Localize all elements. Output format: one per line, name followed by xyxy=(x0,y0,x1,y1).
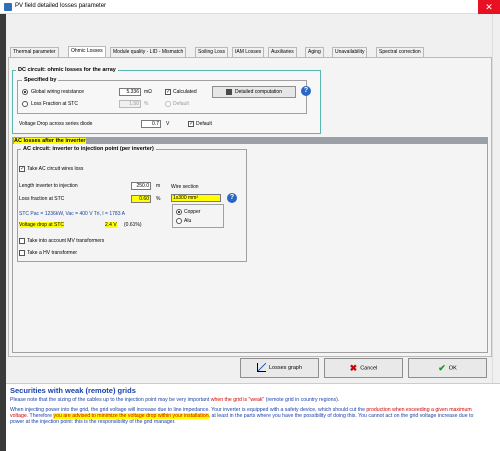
specified-by-title: Specified by xyxy=(22,77,59,83)
stc-info-text: STC Pac = 1236kW, Vac = 400 V Tri, I = 1… xyxy=(19,211,125,217)
ok-label: OK xyxy=(448,365,457,372)
help-title: Securities with weak (remote) grids xyxy=(10,386,136,395)
length-label: Length inverter to injection xyxy=(19,183,78,189)
help-p2-d: you are advised to minimize the voltage … xyxy=(53,413,209,420)
losses-graph-label: Losses graph xyxy=(268,365,303,371)
mv-transformer-label: Take into account MV transformers xyxy=(27,238,105,244)
loss-fraction-label: Loss Fraction at STC xyxy=(31,101,78,107)
voltage-drop-unit: V xyxy=(166,121,170,127)
ac-help-icon[interactable]: ? xyxy=(227,193,237,203)
default-radio[interactable] xyxy=(165,101,171,107)
material-group xyxy=(172,204,224,228)
hv-transformer-label: Take a HV transformer xyxy=(27,250,78,256)
voltage-drop-input[interactable]: 0.7 xyxy=(141,120,161,128)
losses-graph-button[interactable]: Losses graph xyxy=(240,358,319,378)
calculator-icon xyxy=(226,88,232,95)
help-p1-c: (remote grid in country regions). xyxy=(264,397,340,403)
help-p1-b: when the grid is "weak" xyxy=(210,397,265,403)
wire-section-label: Wire section xyxy=(171,184,199,190)
copper-label: Copper xyxy=(184,209,201,215)
take-ac-label: Take AC circuit wires loss xyxy=(27,166,84,172)
mv-transformer-checkbox[interactable] xyxy=(19,238,25,244)
ac-losses-title: AC losses after the inverter xyxy=(14,138,86,144)
checkmark-icon: ✔ xyxy=(438,363,446,373)
voltage-default-label: Default xyxy=(196,121,212,127)
window-title: PV field detailed losses parameter xyxy=(15,3,107,9)
vertical-scrollbar[interactable] xyxy=(492,14,500,383)
take-ac-checkbox[interactable]: ✓ xyxy=(19,166,25,172)
help-p1-a: Please note that the sizing of the cable… xyxy=(10,397,211,403)
voltage-drop-stc-label: Voltage drop at STC xyxy=(19,222,65,228)
help-paragraph-1: Please note that the sizing of the cable… xyxy=(10,397,488,403)
detailed-computation-label: Detailed computation xyxy=(235,89,282,95)
ac-loss-fraction-unit: % xyxy=(156,196,161,202)
loss-fraction-unit: % xyxy=(144,101,149,107)
close-icon[interactable]: ✕ xyxy=(478,0,500,14)
wire-section-select[interactable]: 1x300 mm² xyxy=(171,194,221,202)
calculated-checkbox[interactable]: ✓ xyxy=(165,89,171,95)
help-p2-c: . Therefore xyxy=(26,413,54,420)
dc-help-icon[interactable]: ? xyxy=(301,86,311,96)
ac-circuit-title: AC circuit: inverter to injection point … xyxy=(21,146,156,152)
calculated-label: Calculated xyxy=(173,89,197,95)
detailed-computation-button[interactable]: Detailed computation xyxy=(212,86,296,98)
help-p2-a: When injecting power into the grid, the … xyxy=(10,407,367,413)
cancel-x-icon: ✖ xyxy=(349,363,358,373)
voltage-drop-stc-value: 2.4 V xyxy=(105,222,117,228)
global-resistance-input[interactable]: 5.336 xyxy=(119,88,141,96)
voltage-default-checkbox[interactable]: ✓ xyxy=(188,121,194,127)
length-unit: m xyxy=(156,183,161,189)
cancel-button[interactable]: ✖ Cancel xyxy=(324,358,403,378)
app-icon xyxy=(4,3,12,11)
loss-fraction-input[interactable]: 1.50 xyxy=(119,100,141,108)
hv-transformer-checkbox[interactable] xyxy=(19,250,25,256)
chart-icon xyxy=(256,363,266,373)
voltage-drop-label: Voltage Drop across series diode xyxy=(19,121,93,127)
alu-label: Alu xyxy=(184,218,192,224)
loss-fraction-radio[interactable] xyxy=(22,101,28,107)
ok-button[interactable]: ✔ OK xyxy=(408,358,487,378)
ac-loss-fraction-input[interactable]: 0.60 xyxy=(131,195,151,203)
help-panel: Securities with weak (remote) grids Plea… xyxy=(6,383,500,451)
tab-bar: Thermal parameter Ohmic Losses Module qu… xyxy=(10,46,490,58)
voltage-drop-stc-percent: (0.61%) xyxy=(124,222,142,228)
title-bar: PV field detailed losses parameter ✕ xyxy=(0,0,500,14)
dc-group-title: DC circuit: ohmic losses for the array xyxy=(16,67,118,73)
copper-radio[interactable] xyxy=(176,209,182,215)
global-resistance-unit: mΩ xyxy=(144,89,152,95)
global-resistance-radio[interactable] xyxy=(22,89,28,95)
default-label: Default xyxy=(173,101,189,107)
ac-loss-fraction-label: Loss fraction at STC xyxy=(19,196,65,202)
help-paragraph-2: When injecting power into the grid, the … xyxy=(10,407,488,426)
cancel-label: Cancel xyxy=(360,365,378,372)
alu-radio[interactable] xyxy=(176,218,182,224)
length-input[interactable]: 250.0 xyxy=(131,182,151,190)
global-resistance-label: Global wiring resistance xyxy=(31,89,85,95)
